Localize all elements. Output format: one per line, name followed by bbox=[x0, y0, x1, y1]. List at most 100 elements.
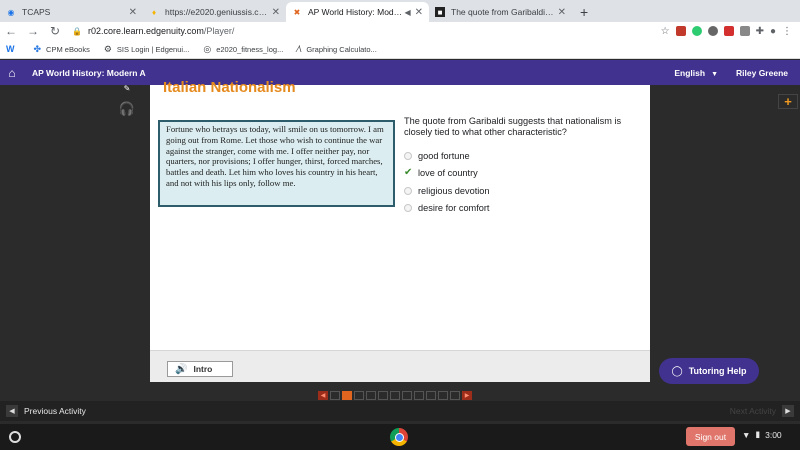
star-icon[interactable]: ☆ bbox=[661, 26, 670, 37]
clock: 3:00 bbox=[765, 429, 782, 440]
activity-stage: ✎ 🎧 Italian Nationalism Fortune who betr… bbox=[0, 79, 800, 385]
url-host: r02.core.learn.edgenuity.com bbox=[87, 26, 204, 36]
close-icon[interactable]: ✕ bbox=[415, 7, 423, 18]
activity-content: Italian Nationalism Fortune who betrays … bbox=[150, 79, 650, 350]
tab-brainly-question[interactable]: ■ The quote from Garibaldi suggests ✕ bbox=[429, 2, 572, 22]
menu-icon[interactable]: ⋮ bbox=[782, 26, 792, 37]
side-tools: ✎ 🎧 bbox=[113, 84, 143, 127]
browser-tab-strip: ◉ TCAPS ✕ ♦ https://e2020.geniussis.com/… bbox=[0, 0, 800, 22]
pager-frame[interactable] bbox=[426, 391, 436, 400]
cpm-icon: ✤ bbox=[33, 43, 42, 54]
question-text: The quote from Garibaldi suggests that n… bbox=[404, 116, 622, 137]
extension-icon[interactable] bbox=[707, 26, 718, 36]
radio-button[interactable] bbox=[404, 151, 412, 160]
bookmark-label: Graphing Calculato... bbox=[306, 44, 377, 54]
pager-frame[interactable] bbox=[450, 391, 460, 400]
tutoring-label: Tutoring Help bbox=[688, 366, 747, 376]
sign-out-button[interactable]: Sign out bbox=[686, 427, 735, 446]
new-tab-button[interactable]: + bbox=[572, 4, 596, 22]
intro-label: Intro bbox=[193, 364, 213, 374]
pager-frame[interactable] bbox=[438, 391, 448, 400]
close-icon[interactable]: ✕ bbox=[129, 7, 137, 18]
lightbulb-icon: ♦ bbox=[151, 7, 157, 17]
activity-footer: 🔊 Intro bbox=[150, 350, 650, 382]
pager-frame-current[interactable] bbox=[342, 391, 352, 400]
bookmark-sis[interactable]: ⚙ SIS Login | Edgenui... bbox=[104, 44, 190, 55]
pencil-icon[interactable]: ✎ bbox=[113, 84, 141, 93]
intro-button[interactable]: 🔊 Intro bbox=[167, 361, 233, 377]
previous-activity-button[interactable]: ◀ Previous Activity bbox=[0, 405, 730, 417]
option-good-fortune[interactable]: good fortune bbox=[404, 147, 490, 165]
chrome-icon[interactable] bbox=[390, 428, 408, 446]
puzzle-icon[interactable]: ✚ bbox=[756, 26, 764, 37]
garibaldi-quote: Fortune who betrays us today, will smile… bbox=[158, 120, 395, 207]
option-label: good fortune bbox=[418, 150, 470, 161]
status-tray[interactable]: ▼ ▮ 3:00 bbox=[742, 429, 782, 440]
bookmarks-bar: W ✤ CPM eBooks ⚙ SIS Login | Edgenui... ◎ e… bbox=[0, 40, 800, 59]
extension-icon[interactable] bbox=[723, 26, 734, 36]
chat-bubble-icon: ◯ bbox=[671, 365, 683, 377]
option-label: desire for comfort bbox=[418, 203, 490, 214]
profile-icon[interactable]: ● bbox=[770, 26, 776, 37]
frame-pager: ◀ ▶ bbox=[318, 391, 472, 400]
next-activity-label: Next Activity bbox=[729, 406, 776, 416]
bookmark-graphing[interactable]: ⁄\ Graphing Calculato... bbox=[297, 44, 376, 54]
wifi-icon: ▼ bbox=[742, 429, 751, 440]
back-icon[interactable]: ← bbox=[0, 24, 22, 38]
bookmark-fitness[interactable]: ◎ e2020_fitness_log... bbox=[203, 44, 283, 55]
bookmark-label: CPM eBooks bbox=[46, 44, 90, 54]
option-religious-devotion[interactable]: religious devotion bbox=[404, 182, 490, 200]
speaker-icon: 🔊 bbox=[175, 363, 188, 375]
pager-frame[interactable] bbox=[366, 391, 376, 400]
pager-frame[interactable] bbox=[402, 391, 412, 400]
radio-button[interactable] bbox=[404, 186, 412, 195]
launcher-icon[interactable] bbox=[9, 431, 21, 443]
pager-frame[interactable] bbox=[414, 391, 424, 400]
extension-icon[interactable] bbox=[739, 26, 750, 36]
address-bar[interactable]: 🔒 r02.core.learn.edgenuity.com/Player/ bbox=[72, 23, 661, 39]
option-label: religious devotion bbox=[418, 185, 490, 196]
extension-icon[interactable] bbox=[691, 26, 702, 36]
pager-frame[interactable] bbox=[330, 391, 340, 400]
tab-tcaps[interactable]: ◉ TCAPS ✕ bbox=[0, 2, 143, 22]
brainly-icon: ■ bbox=[435, 7, 445, 17]
checkmark-icon: ✔ bbox=[404, 167, 413, 179]
headphones-icon[interactable]: 🎧 bbox=[113, 95, 141, 123]
pager-prev-button[interactable]: ◀ bbox=[318, 391, 328, 400]
chevron-left-icon: ◀ bbox=[6, 405, 18, 417]
pager-frame[interactable] bbox=[354, 391, 364, 400]
extension-icon[interactable] bbox=[675, 26, 686, 36]
reload-icon[interactable]: ↻ bbox=[44, 24, 66, 38]
pager-frame[interactable] bbox=[378, 391, 388, 400]
option-desire-for-comfort[interactable]: desire for comfort bbox=[404, 200, 490, 218]
pager-next-button[interactable]: ▶ bbox=[462, 391, 472, 400]
bookmark-w[interactable]: W bbox=[6, 44, 20, 54]
option-love-of-country[interactable]: ✔ love of country bbox=[404, 165, 490, 183]
tab-gradebook[interactable]: ♦ https://e2020.geniussis.com/FEGradeboo… bbox=[143, 2, 286, 22]
plus-button[interactable]: + bbox=[778, 94, 798, 109]
close-icon[interactable]: ✕ bbox=[558, 7, 566, 18]
tutoring-help-button[interactable]: ◯ Tutoring Help bbox=[659, 358, 759, 384]
globe-icon: ◎ bbox=[203, 43, 212, 54]
chevron-right-icon: ▶ bbox=[782, 405, 794, 417]
language-selector[interactable]: English ▼ bbox=[674, 68, 718, 78]
tab-title: The quote from Garibaldi suggests bbox=[451, 7, 554, 17]
next-activity-button[interactable]: Next Activity ▶ bbox=[730, 405, 800, 417]
radio-button[interactable] bbox=[404, 204, 412, 213]
lock-icon: 🔒 bbox=[72, 26, 82, 36]
url-path: /Player/ bbox=[203, 26, 235, 36]
user-name[interactable]: Riley Greene bbox=[736, 68, 788, 78]
forward-icon[interactable]: → bbox=[22, 24, 44, 38]
graph-icon: ⁄\ bbox=[297, 44, 302, 54]
speaker-icon[interactable]: ◀ bbox=[404, 8, 410, 17]
home-icon[interactable]: ⌂ bbox=[0, 66, 24, 80]
close-icon[interactable]: ✕ bbox=[272, 7, 280, 18]
edgenuity-icon: ✖ bbox=[293, 7, 301, 17]
tab-ap-world-history[interactable]: ✖ AP World History: Modern A ◀ ✕ bbox=[286, 2, 429, 22]
globe-icon: ◉ bbox=[7, 7, 15, 17]
lesson-title: Italian Nationalism bbox=[163, 79, 296, 96]
language-label: English bbox=[674, 67, 706, 78]
bookmark-cpm[interactable]: ✤ CPM eBooks bbox=[34, 44, 90, 55]
pager-frame[interactable] bbox=[390, 391, 400, 400]
w-icon: W bbox=[6, 44, 15, 54]
